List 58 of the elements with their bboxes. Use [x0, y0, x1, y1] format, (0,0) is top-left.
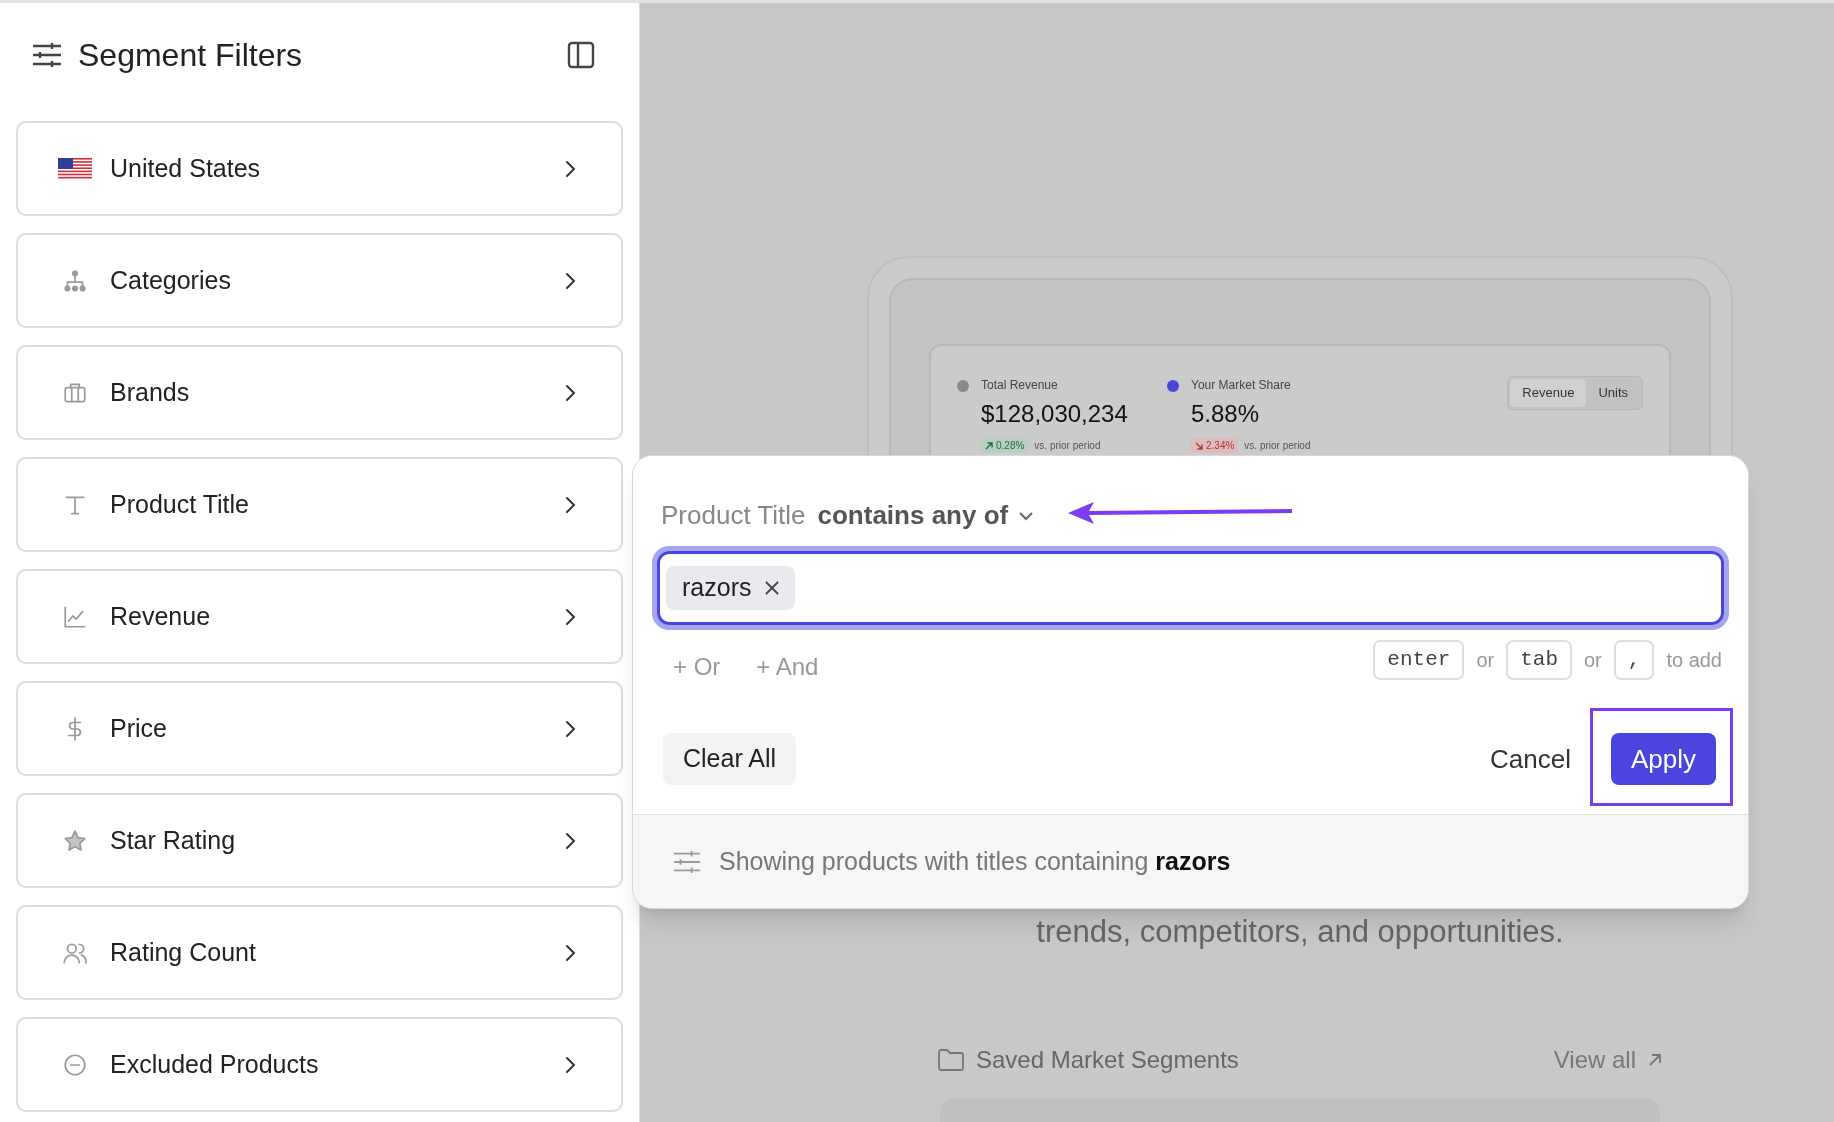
chevron-right-icon — [563, 382, 577, 403]
folder-icon — [938, 1048, 964, 1071]
filter-item[interactable]: Price — [16, 681, 623, 776]
metric-label: Your Market Share — [1191, 377, 1292, 394]
star-icon — [62, 827, 88, 854]
toggle-option[interactable]: Revenue — [1510, 379, 1587, 407]
chevron-right-icon — [563, 494, 577, 515]
change-badge: 0.28% — [981, 438, 1029, 453]
arrow-up-right-icon — [1648, 1052, 1662, 1067]
hint-text: or — [1584, 648, 1602, 673]
clear-all-button[interactable]: Clear All — [663, 733, 797, 785]
filter-item[interactable]: Revenue — [16, 569, 623, 664]
chevron-right-icon — [563, 606, 577, 627]
tagline: trends, competitors, and opportunities. — [1036, 913, 1564, 951]
filter-sliders-icon — [32, 42, 62, 68]
key-hint: tab — [1506, 640, 1572, 680]
toggle-option[interactable]: Units — [1586, 379, 1640, 407]
arrow-down-right-icon — [1195, 441, 1203, 450]
chevron-right-icon — [563, 942, 577, 963]
filter-item[interactable]: Brands — [16, 345, 623, 440]
chevron-right-icon — [563, 718, 577, 739]
chevron-right-icon — [563, 270, 577, 291]
filter-item[interactable]: Star Rating — [16, 793, 623, 888]
chevron-right-icon — [563, 830, 577, 851]
apply-button[interactable]: Apply — [1610, 733, 1716, 785]
close-icon[interactable] — [765, 581, 780, 595]
filter-item[interactable]: United States — [16, 121, 623, 216]
chevron-right-icon — [563, 158, 577, 179]
operator-dropdown[interactable]: contains any of — [817, 496, 1035, 535]
filter-sliders-icon — [673, 849, 701, 874]
flag-icon — [58, 157, 92, 180]
hint-text: or — [1476, 648, 1495, 673]
summary-text: Showing products with titles containing razors — [719, 845, 1231, 877]
hierarchy-icon — [62, 267, 88, 294]
change-badge: 2.34% — [1191, 438, 1239, 453]
filter-item[interactable]: Categories — [16, 233, 623, 328]
sidebar-toggle-icon[interactable] — [567, 41, 595, 69]
tag-chip: razors — [666, 566, 796, 610]
key-hint: , — [1613, 640, 1655, 680]
change-caption: vs. prior period — [1244, 439, 1311, 453]
key-hint: enter — [1373, 640, 1465, 680]
line-chart-icon — [62, 603, 88, 630]
metric-value: $128,030,234 — [981, 399, 1128, 429]
metric-value: 5.88% — [1191, 399, 1261, 429]
filter-item[interactable]: Excluded Products — [16, 1017, 623, 1112]
field-label: Product Title — [661, 499, 806, 532]
section-title: Saved Market Segments — [976, 1044, 1239, 1075]
sidebar-title: Segment Filters — [78, 36, 303, 75]
chevron-down-icon — [1018, 510, 1035, 521]
metric-label: Total Revenue — [981, 377, 1059, 394]
hint-text: to add — [1666, 648, 1722, 673]
filter-item[interactable]: Product Title — [16, 457, 623, 552]
minus-circle-icon — [62, 1051, 88, 1078]
chevron-right-icon — [563, 1054, 577, 1075]
filter-item[interactable]: Rating Count — [16, 905, 623, 1000]
cancel-button[interactable]: Cancel — [1490, 739, 1571, 779]
arrow-up-right-icon — [985, 441, 993, 450]
change-caption: vs. prior period — [1034, 439, 1101, 453]
